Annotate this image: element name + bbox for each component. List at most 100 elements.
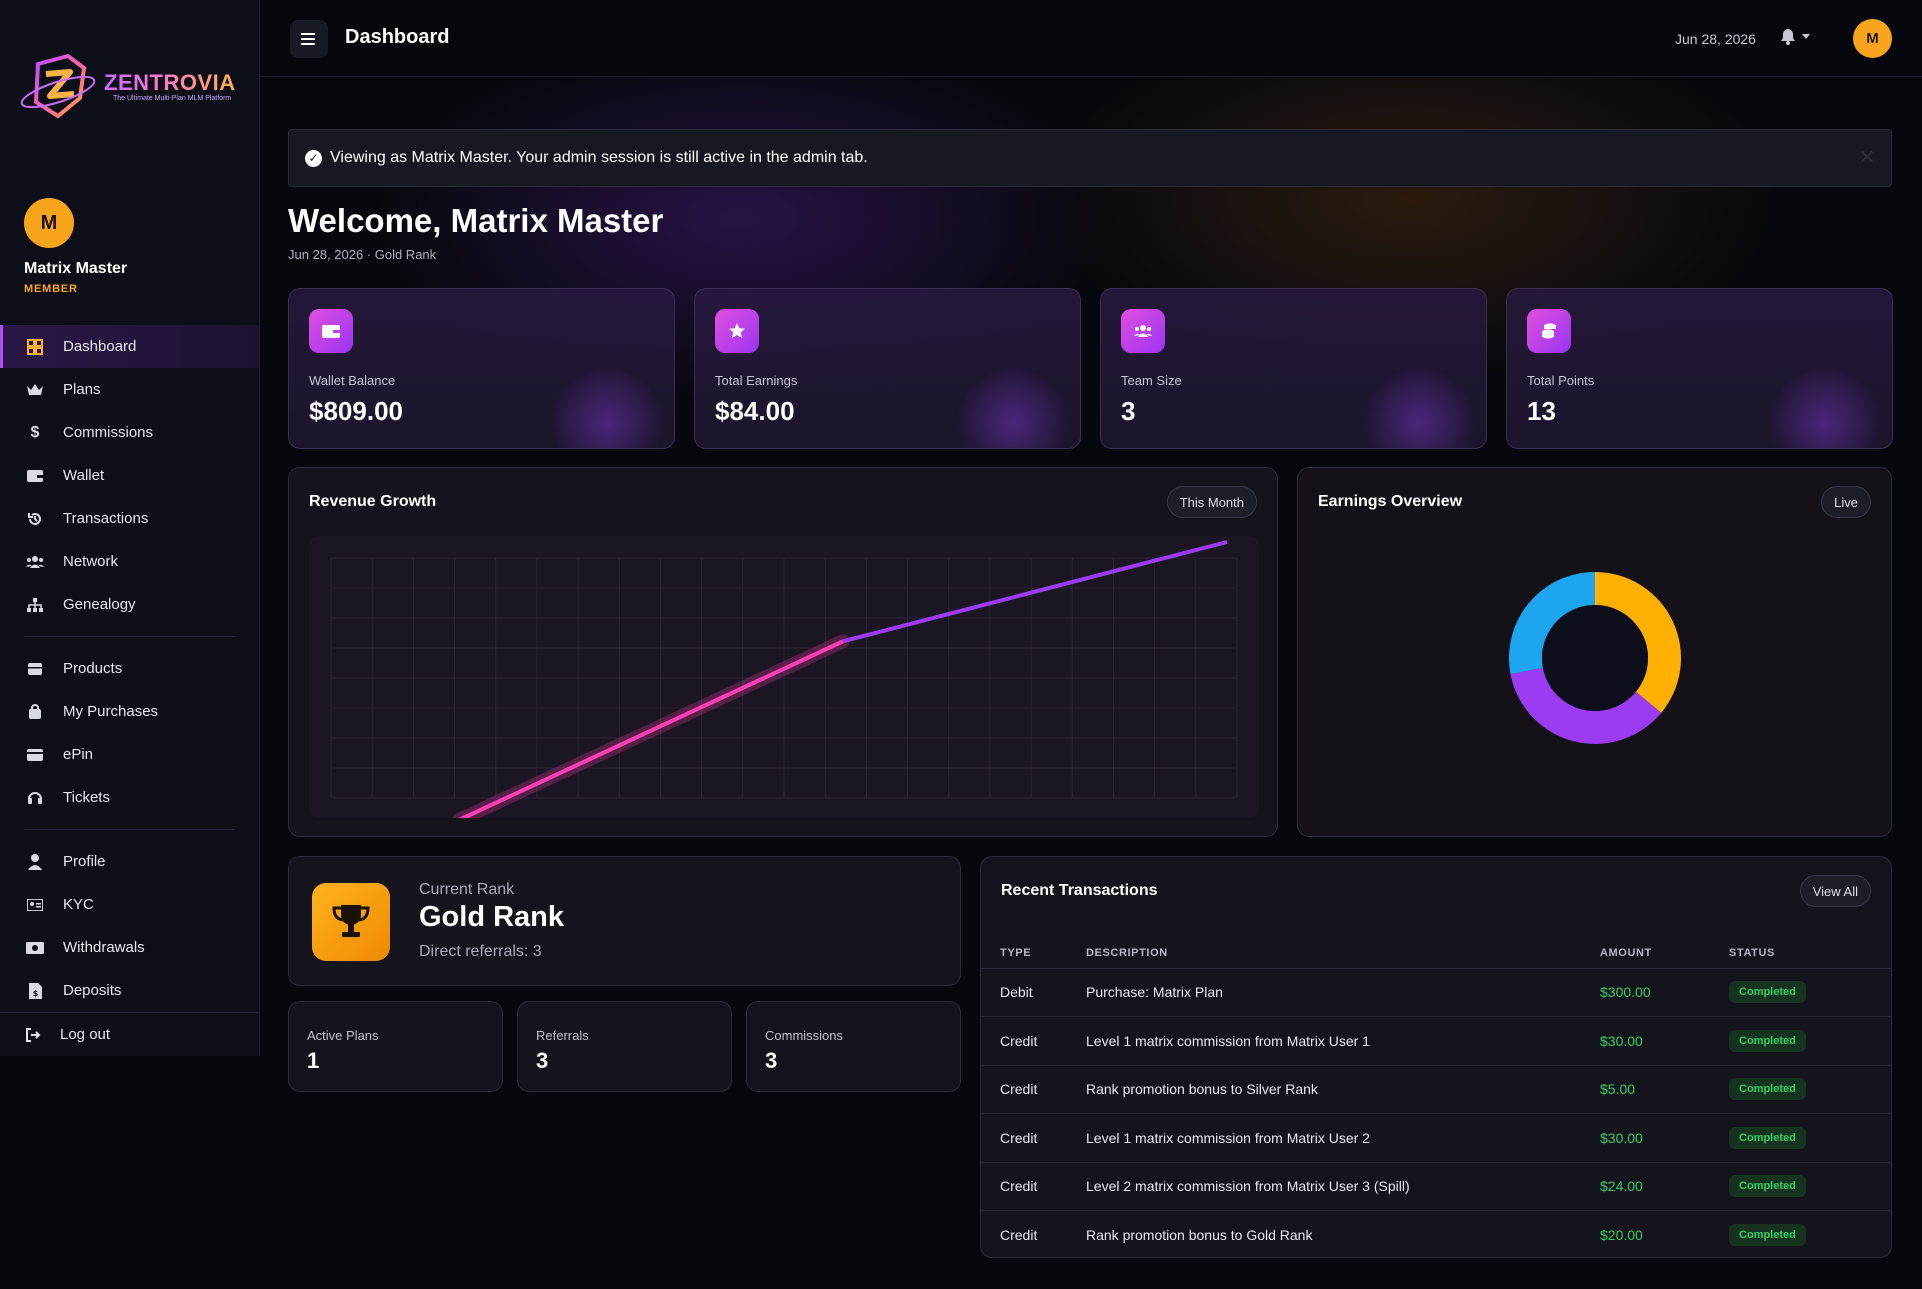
sidebar-item-profile[interactable]: Profile: [0, 840, 259, 883]
revenue-line-chart: [309, 536, 1259, 818]
stat-card-total-earnings[interactable]: Total Earnings $84.00: [694, 288, 1081, 449]
table-row[interactable]: Credit Level 2 matrix commission from Ma…: [981, 1162, 1892, 1211]
svg-text:$: $: [32, 989, 38, 998]
sidebar-item-label: ePin: [63, 746, 94, 763]
mini-stat-referrals[interactable]: Referrals 3: [517, 1001, 732, 1092]
status-badge: Completed: [1729, 981, 1806, 1004]
sidebar-item-epin[interactable]: ePin: [0, 733, 259, 776]
column-header-description: DESCRIPTION: [1086, 938, 1600, 969]
stat-label: Wallet Balance: [309, 373, 396, 388]
sidebar-item-label: Profile: [63, 853, 106, 870]
panel-title: Revenue Growth: [309, 493, 437, 510]
sitemap-icon: [26, 596, 44, 614]
sidebar-item-tickets[interactable]: Tickets: [0, 776, 259, 819]
table-row[interactable]: Credit Level 1 matrix commission from Ma…: [981, 1113, 1892, 1163]
tx-amount: $5.00: [1600, 1065, 1729, 1114]
sidebar-item-kyc[interactable]: KYC: [0, 883, 259, 926]
range-selector-button[interactable]: This Month: [1166, 486, 1257, 518]
header-avatar[interactable]: M: [1853, 19, 1892, 58]
wallet-icon: [309, 309, 353, 353]
mini-stat-value: 3: [765, 1048, 778, 1073]
column-header-type: TYPE: [981, 938, 1086, 969]
shopping-bag-icon: [26, 703, 44, 721]
tx-description: Rank promotion bonus to Gold Rank: [1086, 1227, 1313, 1243]
table-row[interactable]: Debit Purchase: Matrix Plan $300.00 Comp…: [981, 968, 1892, 1017]
tx-amount: $300.00: [1600, 968, 1729, 1017]
sidebar-item-products[interactable]: Products: [0, 647, 259, 690]
stat-label: Total Earnings: [715, 373, 798, 388]
mini-stat-active-plans[interactable]: Active Plans 1: [288, 1001, 503, 1092]
sidebar-item-deposits[interactable]: $ Deposits: [0, 969, 259, 1012]
tx-status-cell: Completed: [1729, 1065, 1892, 1114]
check-circle-icon: ✓: [305, 149, 322, 167]
logout-button[interactable]: Log out: [0, 1012, 259, 1056]
logout-label: Log out: [60, 1026, 111, 1043]
sidebar-item-dashboard[interactable]: Dashboard: [0, 325, 259, 368]
panel-title: Earnings Overview: [1318, 493, 1463, 510]
caret-down-icon: [1802, 34, 1810, 39]
sidebar-item-label: Products: [63, 660, 123, 677]
tx-amount: $30.00: [1600, 1113, 1729, 1163]
sidebar-item-label: Transactions: [63, 510, 149, 527]
sidebar-item-label: Commissions: [63, 424, 154, 441]
stat-value: 13: [1527, 396, 1556, 426]
tx-amount: $20.00: [1600, 1227, 1643, 1243]
brand-name: ZENTROVIA: [104, 70, 236, 95]
card-icon: [26, 746, 44, 764]
view-all-button[interactable]: View All: [1799, 875, 1871, 907]
sidebar-item-label: Withdrawals: [63, 939, 145, 956]
tx-description: Purchase: Matrix Plan: [1086, 968, 1600, 1017]
welcome-heading: Welcome, Matrix Master: [288, 202, 664, 239]
table-row[interactable]: Credit Level 1 matrix commission from Ma…: [981, 1016, 1892, 1066]
close-icon[interactable]: ✕: [1857, 148, 1877, 168]
sidebar-item-label: Genealogy: [63, 596, 136, 613]
sidebar-item-wallet[interactable]: Wallet: [0, 454, 259, 497]
sidebar-item-label: My Purchases: [63, 703, 159, 720]
wallet-icon: [26, 467, 44, 485]
history-icon: [26, 510, 44, 528]
sidebar-item-label: KYC: [63, 896, 94, 913]
sidebar-item-plans[interactable]: Plans: [0, 368, 259, 411]
rank-label: Current Rank: [419, 881, 515, 898]
nav-divider: [24, 829, 235, 830]
sidebar-item-transactions[interactable]: Transactions: [0, 497, 259, 540]
headset-icon: [26, 789, 44, 807]
box-icon: [26, 660, 44, 678]
panel-title: Recent Transactions: [1001, 882, 1158, 899]
status-badge: Completed: [1729, 1175, 1806, 1198]
sidebar-item-network[interactable]: Network: [0, 540, 259, 583]
stat-card-total-points[interactable]: Total Points 13: [1506, 288, 1893, 449]
stat-card-wallet-balance[interactable]: Wallet Balance $809.00: [288, 288, 675, 449]
coins-icon: [1527, 309, 1571, 353]
earnings-donut-chart: [1509, 572, 1681, 744]
stat-card-team-size[interactable]: Team Size 3: [1100, 288, 1487, 449]
tx-type: Debit: [981, 968, 1086, 1017]
brand-logo[interactable]: ZENTROVIA The Ultimate Multi-Plan MLM Pl…: [18, 50, 243, 122]
table-row[interactable]: Credit Rank promotion bonus to Gold Rank…: [981, 1211, 1892, 1260]
sidebar-item-my-purchases[interactable]: My Purchases: [0, 690, 259, 733]
sidebar-item-commissions[interactable]: $ Commissions: [0, 411, 259, 454]
mini-stat-label: Commissions: [765, 1028, 844, 1043]
mini-stat-value: 3: [536, 1048, 549, 1073]
tx-status-cell: Completed: [1729, 1162, 1892, 1211]
rank-name: Gold Rank: [419, 901, 565, 933]
user-avatar[interactable]: M: [24, 198, 74, 248]
menu-toggle-button[interactable]: [290, 20, 328, 58]
sidebar-item-genealogy[interactable]: Genealogy: [0, 583, 259, 626]
logout-icon: [24, 1026, 42, 1044]
sidebar: ZENTROVIA The Ultimate Multi-Plan MLM Pl…: [0, 0, 260, 1056]
id-card-icon: [26, 896, 44, 914]
notifications-dropdown[interactable]: [1780, 28, 1810, 45]
table-row[interactable]: Credit Rank promotion bonus to Silver Ra…: [981, 1065, 1892, 1114]
tx-type: Credit: [981, 1113, 1086, 1163]
card-orb: [958, 368, 1068, 448]
mini-stat-label: Active Plans: [307, 1028, 379, 1043]
card-orb: [1770, 368, 1880, 448]
stat-value: 3: [1121, 396, 1136, 426]
stat-label: Team Size: [1121, 373, 1182, 388]
sidebar-nav: Dashboard Plans $ Commissions Wallet Tra…: [0, 325, 259, 1012]
mini-stat-commissions[interactable]: Commissions 3: [746, 1001, 961, 1092]
hamburger-icon: [301, 33, 315, 45]
sidebar-item-withdrawals[interactable]: Withdrawals: [0, 926, 259, 969]
tx-type: Credit: [981, 1065, 1086, 1114]
